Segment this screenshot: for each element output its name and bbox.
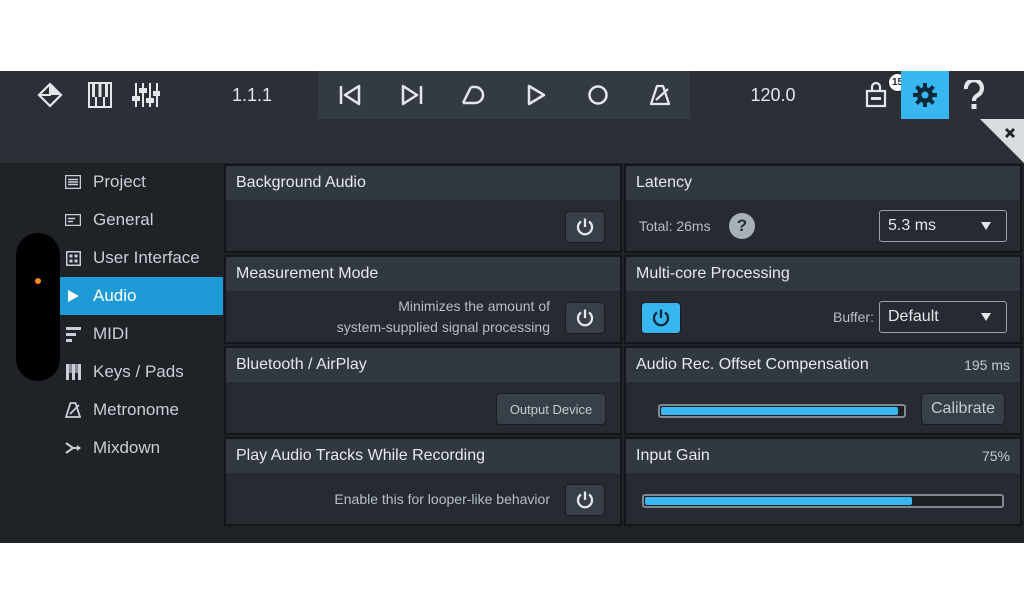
latency-total: Total: 26ms (639, 218, 711, 234)
power-icon (576, 218, 594, 236)
skip-forward-icon[interactable] (390, 71, 434, 119)
transport-controls (318, 71, 690, 119)
handle-indicator (35, 278, 41, 284)
close-icon (980, 119, 1024, 163)
sidebar-item-label: Keys / Pads (93, 362, 184, 381)
top-toolbar: 1.1.1 120.0 15 (0, 71, 1024, 119)
play-triangle-icon (65, 288, 81, 304)
panel-input-gain: Input Gain 75% (624, 437, 1022, 526)
general-icon (65, 212, 81, 228)
sidebar-item-keys-pads[interactable]: Keys / Pads (60, 353, 223, 391)
panel-title: Measurement Mode (226, 257, 620, 291)
settings-button[interactable] (901, 71, 949, 119)
sidebar-item-midi[interactable]: MIDI (60, 315, 223, 353)
play-tracks-toggle[interactable] (565, 484, 605, 516)
help-icon[interactable] (952, 71, 996, 119)
panel-multicore: Multi-core Processing Buffer: Default (624, 255, 1022, 344)
latency-help-icon[interactable]: ? (729, 213, 755, 239)
loop-icon[interactable] (452, 71, 496, 119)
input-gain-value: 75% (981, 448, 1010, 464)
panel-title: Audio Rec. Offset Compensation 195 ms (626, 348, 1020, 382)
latency-select[interactable]: 5.3 ms (879, 210, 1007, 242)
sidebar-item-audio[interactable]: Audio (60, 277, 223, 315)
sidebar-item-label: General (93, 210, 154, 229)
sidebar-item-label: User Interface (93, 248, 200, 267)
drag-handle[interactable] (16, 233, 60, 381)
cube-icon[interactable] (30, 71, 70, 119)
offset-value: 195 ms (964, 357, 1010, 373)
panel-title-text: Audio Rec. Offset Compensation (636, 356, 869, 373)
metronome-icon (65, 402, 81, 418)
power-icon (576, 309, 594, 327)
play-tracks-description: Enable this for looper-like behavior (334, 491, 550, 507)
sidebar-item-label: Project (93, 172, 146, 191)
panel-title-text: Input Gain (636, 447, 710, 464)
buffer-label: Buffer: (833, 309, 874, 325)
desc-line: Minimizes the amount of (398, 298, 550, 314)
project-icon (65, 174, 81, 190)
background-audio-toggle[interactable] (565, 211, 605, 243)
measurement-mode-description: Minimizes the amount of system-supplied … (337, 296, 550, 338)
mixer-icon[interactable] (126, 71, 166, 119)
app-window: 1.1.1 120.0 15 Project General User Inte… (0, 71, 1024, 543)
panel-measurement-mode: Measurement Mode Minimizes the amount of… (224, 255, 622, 344)
panel-title: Background Audio (226, 166, 620, 200)
calibrate-button[interactable]: Calibrate (921, 393, 1005, 425)
settings-header-bar (0, 119, 1024, 163)
gear-icon (913, 83, 937, 107)
panel-latency: Latency Total: 26ms ? 5.3 ms (624, 164, 1022, 253)
sidebar-item-user-interface[interactable]: User Interface (60, 239, 223, 277)
song-position[interactable]: 1.1.1 (222, 71, 282, 119)
buffer-select[interactable]: Default (879, 301, 1007, 333)
panel-title: Input Gain 75% (626, 439, 1020, 473)
record-icon[interactable] (576, 71, 620, 119)
panel-title: Multi-core Processing (626, 257, 1020, 291)
panel-background-audio: Background Audio (224, 164, 622, 253)
panel-title: Play Audio Tracks While Recording (226, 439, 620, 473)
dropdown-arrow-icon (981, 313, 991, 321)
sidebar-item-metronome[interactable]: Metronome (60, 391, 223, 429)
input-gain-slider-fill (645, 497, 912, 505)
midi-icon (65, 326, 81, 342)
sidebar-item-label: Audio (93, 286, 137, 305)
output-device-button[interactable]: Output Device (496, 393, 606, 425)
input-gain-slider[interactable] (642, 494, 1004, 508)
offset-slider[interactable] (658, 404, 906, 418)
keyboard-icon[interactable] (80, 71, 120, 119)
desc-line: system-supplied signal processing (336, 319, 550, 335)
multicore-toggle[interactable] (641, 302, 681, 334)
tempo-display[interactable]: 120.0 (740, 71, 806, 119)
sidebar-item-project[interactable]: Project (60, 163, 223, 201)
play-icon[interactable] (514, 71, 558, 119)
ui-grid-icon (65, 250, 81, 266)
panel-title: Bluetooth / AirPlay (226, 348, 620, 382)
sidebar-item-label: Mixdown (93, 438, 161, 457)
panel-play-audio-tracks: Play Audio Tracks While Recording Enable… (224, 437, 622, 526)
panel-offset-compensation: Audio Rec. Offset Compensation 195 ms Ca… (624, 346, 1022, 435)
metronome-icon[interactable] (638, 71, 682, 119)
power-icon (576, 491, 594, 509)
keys-icon (65, 364, 81, 380)
select-value: 5.3 ms (888, 217, 937, 234)
sidebar-item-label: Metronome (93, 400, 179, 419)
sidebar-item-mixdown[interactable]: Mixdown (60, 429, 223, 467)
settings-sidebar: Project General User Interface Audio MID… (0, 163, 223, 543)
close-settings-button[interactable] (980, 119, 1024, 163)
skip-back-icon[interactable] (328, 71, 372, 119)
select-value: Default (888, 308, 939, 325)
dropdown-arrow-icon (981, 222, 991, 230)
panel-title: Latency (626, 166, 1020, 200)
offset-slider-fill (661, 407, 899, 415)
power-icon (652, 309, 670, 327)
mixdown-icon (65, 440, 81, 456)
sidebar-item-general[interactable]: General (60, 201, 223, 239)
measurement-mode-toggle[interactable] (565, 302, 605, 334)
sidebar-item-label: MIDI (93, 324, 129, 343)
panel-bluetooth-airplay: Bluetooth / AirPlay Output Device (224, 346, 622, 435)
